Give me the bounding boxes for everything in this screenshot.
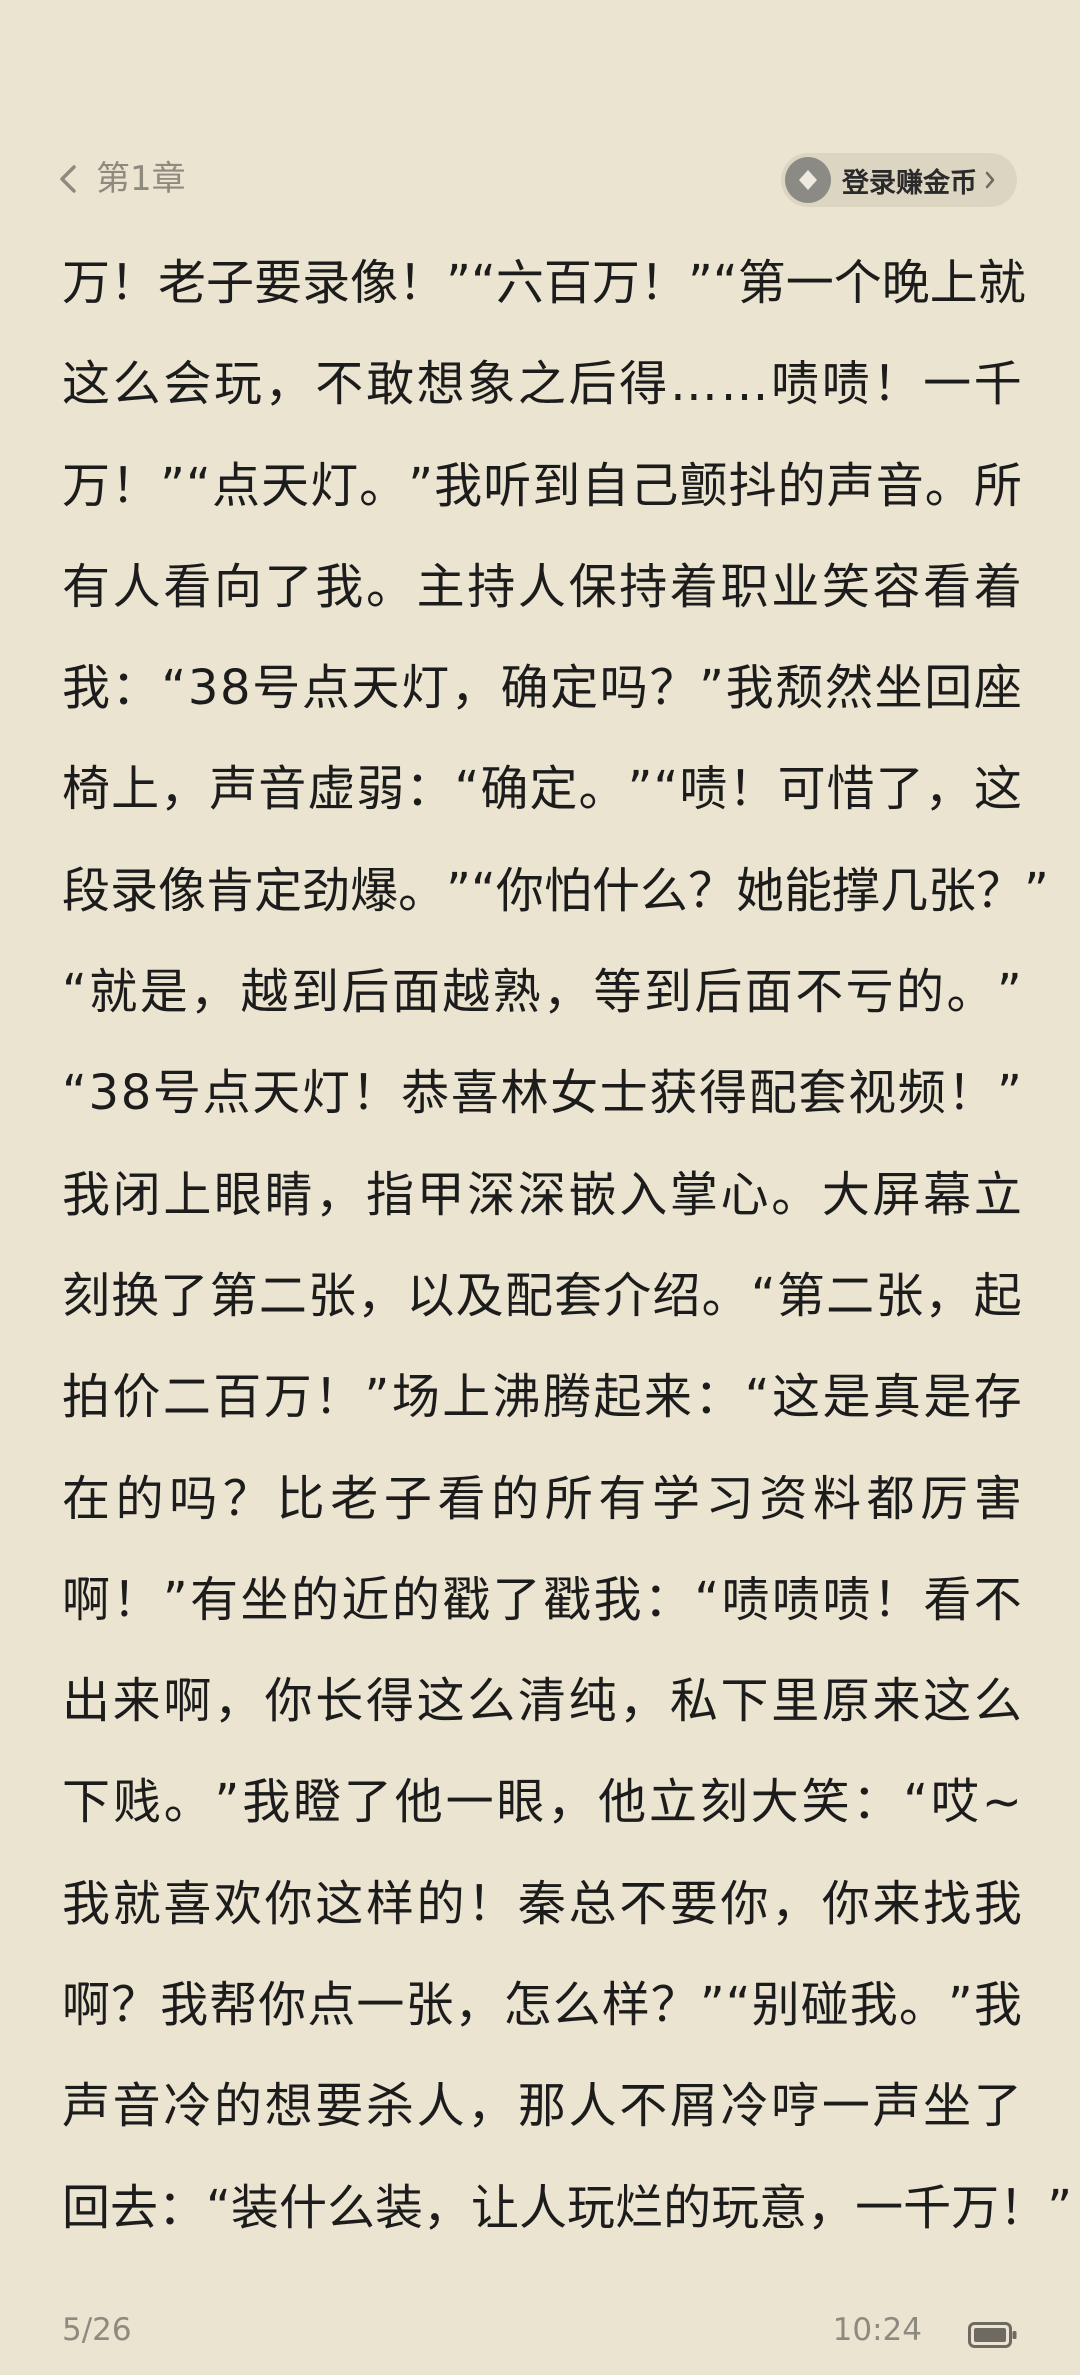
text-line: 刻换了第二张，以及配套介绍。 “第二张，起: [62, 1267, 1022, 1324]
text-line: 我： “3 8 号点天灯，确定吗？” 我颓然坐回座: [62, 660, 1022, 717]
text-line: 万！” “点天灯。” 我听到自己颤抖的声音。所: [62, 457, 1022, 514]
chapter-text: 万！老子要录像！” “六百万！” “第一个晚上就这么会玩，不敢想象之后得…… 啧啧！一…: [62, 233, 1073, 2259]
text-line: “3 8 号点天灯！恭喜林女士获得配套视频！”: [62, 1065, 1022, 1122]
text-line: 拍价二百万！” 场上沸腾起来： “这是真是存: [62, 1369, 1022, 1426]
login-earn-coins-button[interactable]: 登录赚金币: [781, 153, 1017, 207]
text-line: 声音冷的想要杀人，那人不屑冷哼一声坐了: [62, 2078, 1022, 2135]
text-line: 出来啊，你长得这么清纯，私下里原来这么: [62, 1673, 1022, 1730]
text-line: 回去： “装什么装，让人玩烂的玩意，一千万！”: [62, 2179, 1073, 2236]
text-line: 啊？我帮你点一张，怎么样？” “别碰我。” 我: [62, 1977, 1022, 2034]
text-line: 万！老子要录像！” “六百万！” “第一个晚上就: [62, 255, 1026, 311]
text-line: 我就喜欢你这样的！秦总不要你，你来找我: [62, 1875, 1022, 1932]
text-line: 这么会玩，不敢想象之后得…… 啧啧！一千: [62, 356, 1022, 413]
text-line: 椅上，声音虚弱： “确定。” “啧！可惜了，这: [62, 761, 1022, 818]
text-line: 下贱。” 我瞪了他一眼，他立刻大笑： “哎 ~: [62, 1774, 1022, 1831]
chevron-left-icon: [54, 159, 84, 199]
page-indicator: 5/26: [62, 2312, 132, 2348]
text-line: 在的吗？比老子看的所有学习资料都厉害: [62, 1470, 1022, 1527]
text-line: 段录像肯定劲爆。” “你怕什么？她能撑几张？”: [62, 862, 1049, 919]
clock: 10:24: [832, 2312, 922, 2348]
coin-diamond-icon: [784, 156, 832, 204]
back-button[interactable]: 第1章: [54, 154, 186, 204]
coin-button-label: 登录赚金币: [842, 167, 977, 199]
text-line: 啊！” 有坐的近的戳了戳我： “啧啧啧！看不: [62, 1571, 1022, 1628]
chapter-title: 第1章: [96, 159, 186, 199]
battery-icon: [968, 2320, 1018, 2350]
text-line: “就是，越到后面越熟，等到后面不亏的。”: [62, 964, 1022, 1021]
text-line: 我闭上眼睛，指甲深深嵌入掌心。大屏幕立: [62, 1166, 1022, 1223]
reader-header: 第1章 登录赚金币: [0, 140, 1080, 220]
text-line: 有人看向了我。主持人保持着职业笑容看着: [62, 558, 1022, 615]
chevron-right-icon: [983, 169, 997, 191]
